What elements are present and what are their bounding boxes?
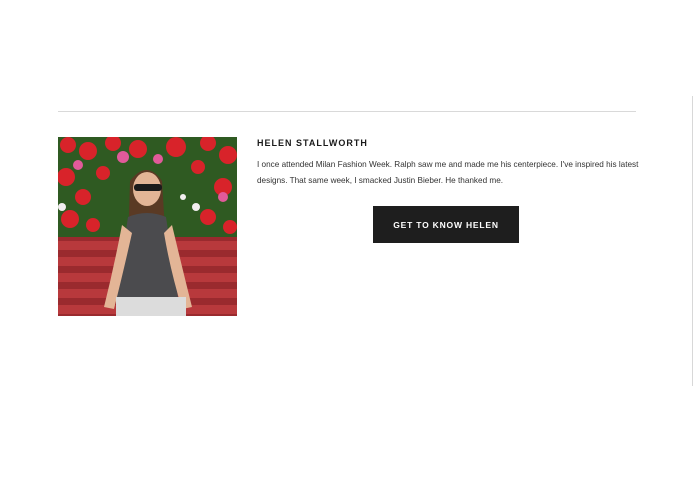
section-divider: [58, 111, 636, 112]
get-to-know-button[interactable]: GET TO KNOW HELEN: [373, 206, 519, 243]
author-bio: I once attended Milan Fashion Week. Ralp…: [257, 160, 639, 185]
author-name: HELEN STALLWORTH: [257, 138, 368, 148]
scrollbar[interactable]: [692, 96, 693, 386]
author-photo: [58, 137, 237, 316]
